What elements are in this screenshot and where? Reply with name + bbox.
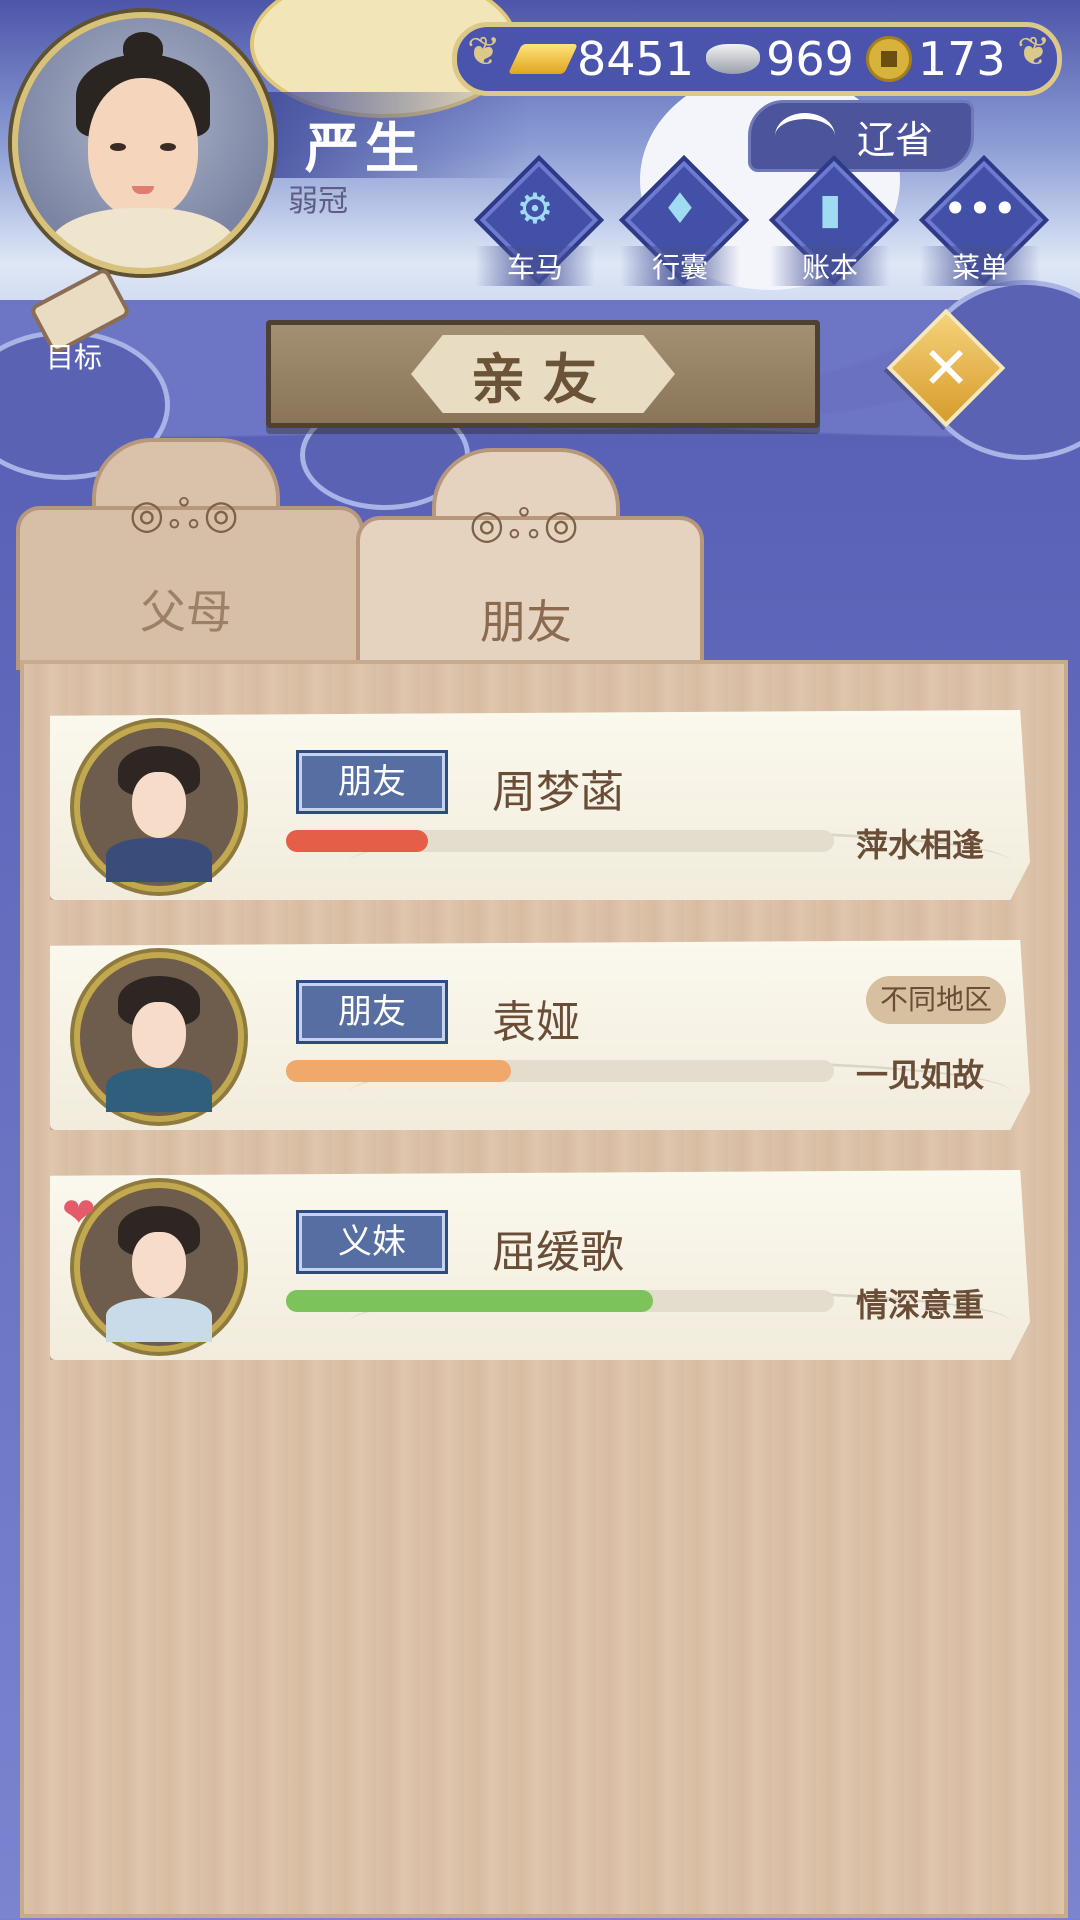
avatar-eye bbox=[160, 143, 176, 151]
relation-level: 萍水相逢 bbox=[856, 826, 985, 864]
tab-friends[interactable]: ◎ஃ◎ 朋友 bbox=[356, 448, 704, 680]
avatar-face bbox=[132, 772, 186, 838]
bundle-button[interactable]: ♦ 行囊 bbox=[618, 154, 750, 286]
avatar-topknot bbox=[123, 32, 163, 64]
avatar-eye bbox=[110, 143, 126, 151]
relation-tag: 义妹 bbox=[296, 1210, 448, 1274]
currency-bar: ❦ 8451 969 173 ❦ bbox=[452, 22, 1062, 96]
cloud-swirl-icon: ◎ஃ◎ bbox=[469, 502, 583, 548]
avatar-face bbox=[132, 1232, 186, 1298]
friend-avatar bbox=[74, 952, 244, 1122]
player-avatar[interactable] bbox=[12, 12, 274, 274]
location-label: 辽省 bbox=[857, 117, 934, 162]
affinity-fill bbox=[286, 830, 429, 852]
menu-label: 菜单 bbox=[920, 246, 1040, 286]
avatar-face bbox=[132, 1002, 186, 1068]
region-badge: 不同地区 bbox=[866, 976, 1006, 1024]
avatar-robe bbox=[106, 838, 212, 882]
bamboo-icon: ❦ bbox=[1017, 29, 1051, 75]
relation-level: 一见如故 bbox=[856, 1056, 985, 1094]
friend-card[interactable]: 朋友 周梦菡 萍水相逢 bbox=[50, 710, 1030, 900]
friend-name: 袁娅 bbox=[492, 997, 580, 1048]
gold-amount: 8451 bbox=[577, 32, 695, 86]
affinity-fill bbox=[286, 1290, 654, 1312]
copper-coin-icon bbox=[865, 36, 912, 82]
silver-ingot-icon bbox=[706, 44, 761, 74]
ledger-icon: ▮ bbox=[818, 184, 842, 233]
relation-tag: 朋友 bbox=[296, 980, 448, 1044]
friend-name: 屈缓歌 bbox=[492, 1227, 624, 1278]
ledger-button[interactable]: ▮ 账本 bbox=[768, 154, 900, 286]
flying-sword-icon bbox=[775, 113, 835, 159]
avatar-robe bbox=[48, 208, 238, 268]
carriage-label: 车马 bbox=[475, 246, 595, 286]
relation-level: 情深意重 bbox=[856, 1286, 985, 1324]
friend-card[interactable]: ❤ 义妹 屈缓歌 情深意重 bbox=[50, 1170, 1030, 1360]
friend-name: 周梦菡 bbox=[492, 767, 624, 818]
carriage-icon: ⚙ bbox=[516, 184, 554, 233]
avatar-robe bbox=[106, 1068, 212, 1112]
friend-avatar bbox=[74, 722, 244, 892]
avatar-face bbox=[88, 78, 198, 218]
avatar-robe bbox=[106, 1298, 212, 1342]
player-rank: 弱冠 bbox=[288, 184, 348, 219]
carriage-button[interactable]: ⚙ 车马 bbox=[473, 154, 605, 286]
cloud-swirl-icon: ◎ஃ◎ bbox=[129, 492, 243, 538]
friend-card[interactable]: 朋友 袁娅 不同地区 一见如故 bbox=[50, 940, 1030, 1130]
gold-ingot-icon bbox=[508, 44, 578, 74]
affinity-bar bbox=[286, 830, 834, 852]
goal-label: 目标 bbox=[45, 341, 102, 374]
coin-amount: 173 bbox=[917, 32, 1006, 86]
location-button[interactable]: 辽省 bbox=[748, 100, 974, 172]
heart-icon: ❤ bbox=[62, 1190, 96, 1236]
menu-dots-icon: ••• bbox=[942, 184, 1018, 233]
menu-button[interactable]: ••• 菜单 bbox=[918, 154, 1050, 286]
bundle-label: 行囊 bbox=[620, 246, 740, 286]
player-name: 严生 bbox=[305, 117, 425, 180]
title-banner: 亲友 bbox=[266, 320, 820, 428]
tab-label: 朋友 bbox=[480, 595, 572, 649]
affinity-fill bbox=[286, 1060, 511, 1082]
tab-label: 父母 bbox=[140, 585, 232, 639]
page-title: 亲友 bbox=[471, 347, 615, 411]
goal-button[interactable]: 目标 bbox=[14, 266, 134, 380]
bamboo-icon: ❦ bbox=[467, 29, 501, 75]
silver-amount: 969 bbox=[766, 32, 854, 86]
ledger-label: 账本 bbox=[770, 246, 890, 286]
relation-tag: 朋友 bbox=[296, 750, 448, 814]
affinity-bar bbox=[286, 1060, 834, 1082]
close-icon: ✕ bbox=[921, 334, 971, 402]
tab-parents[interactable]: ◎ஃ◎ 父母 bbox=[16, 438, 364, 670]
friend-avatar bbox=[74, 1182, 244, 1352]
affinity-bar bbox=[286, 1290, 834, 1312]
title-inner: 亲友 bbox=[411, 335, 675, 413]
bundle-icon: ♦ bbox=[661, 184, 699, 233]
